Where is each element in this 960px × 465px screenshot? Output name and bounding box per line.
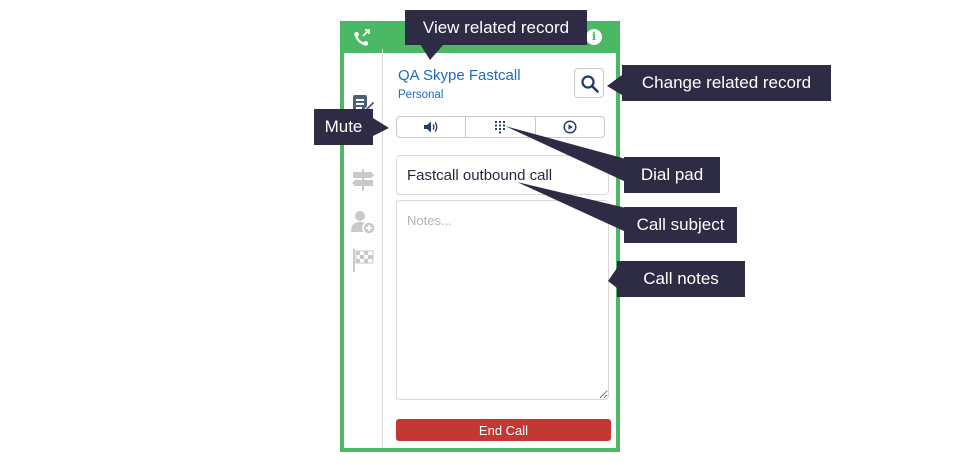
call-panel: i QA Skype Fastcall Personal Fastcall ou… xyxy=(340,21,620,452)
callout-dial-pad: Dial pad xyxy=(624,157,720,193)
callout-mute: Mute xyxy=(314,109,373,145)
dialpad-icon xyxy=(495,121,506,134)
call-content: QA Skype Fastcall Personal Fastcall outb… xyxy=(382,49,616,448)
checkered-flag-icon[interactable] xyxy=(350,247,376,273)
change-related-record-button[interactable] xyxy=(574,68,604,98)
dial-pad-button[interactable] xyxy=(466,117,536,137)
call-notes-input[interactable] xyxy=(396,200,609,400)
callout-view-related-record: View related record xyxy=(405,10,587,45)
play-button[interactable] xyxy=(536,117,604,137)
mute-button[interactable] xyxy=(397,117,467,137)
related-record-type: Personal xyxy=(398,89,444,101)
info-icon[interactable]: i xyxy=(586,29,602,45)
related-record-link[interactable]: QA Skype Fastcall xyxy=(398,67,521,84)
speaker-icon xyxy=(424,121,438,133)
phone-outgoing-icon[interactable] xyxy=(352,29,372,47)
callout-call-notes: Call notes xyxy=(617,261,745,297)
callout-change-related-record: Change related record xyxy=(622,65,831,101)
call-subject-input[interactable] xyxy=(396,155,609,195)
end-call-button[interactable]: End Call xyxy=(396,419,611,441)
play-circle-icon xyxy=(563,120,577,134)
search-icon xyxy=(581,75,599,93)
add-contact-icon[interactable] xyxy=(350,209,376,235)
routing-sign-icon[interactable] xyxy=(350,167,376,193)
call-controls xyxy=(396,116,605,138)
callout-call-subject: Call subject xyxy=(624,207,737,243)
